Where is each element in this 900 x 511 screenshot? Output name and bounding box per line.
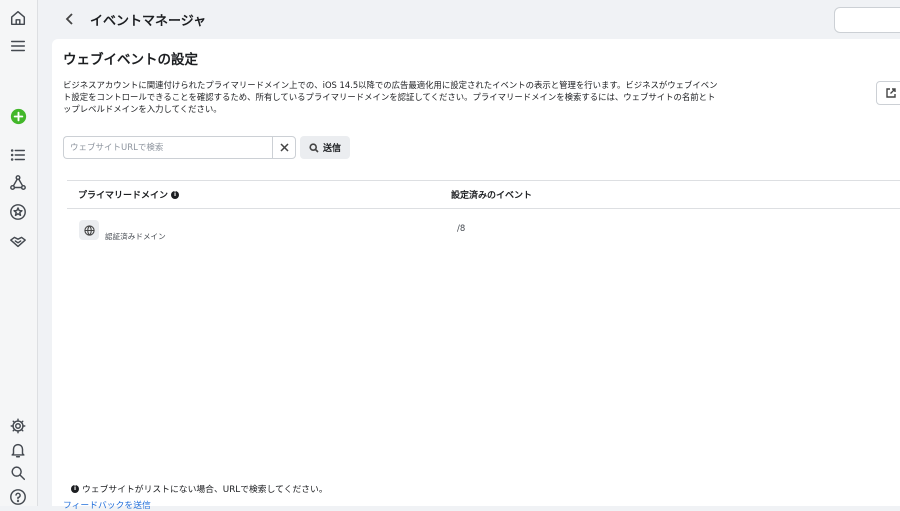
column-header-events: 設定済みのイベント	[451, 191, 533, 201]
feedback-link[interactable]: フィードバックを送信	[63, 498, 151, 511]
domain-search: 送信	[63, 136, 351, 159]
info-icon: i	[71, 484, 79, 493]
main-card: ウェブイベントの設定 ビジネスアカウントに関連付けられたプライマリードメイン上で…	[52, 39, 900, 511]
domain-status: 認証済みドメイン	[105, 232, 166, 241]
page-description: ビジネスアカウントに関連付けられたプライマリードメイン上での、iOS 14.5以…	[63, 80, 718, 114]
settings-icon[interactable]	[8, 416, 28, 436]
search-icon	[309, 142, 319, 153]
bell-icon[interactable]	[8, 440, 28, 460]
clear-search-button[interactable]	[272, 136, 296, 159]
open-external-button[interactable]	[876, 81, 900, 105]
table-header: プライマリードメイン i 設定済みのイベント	[67, 180, 900, 209]
back-button[interactable]	[60, 9, 80, 29]
chevron-left-icon	[65, 13, 73, 25]
info-icon[interactable]: i	[171, 190, 180, 199]
top-search-box[interactable]	[834, 7, 900, 33]
help-icon[interactable]	[8, 487, 28, 507]
globe-icon	[79, 220, 99, 240]
app-title: イベントマネージャ	[90, 14, 207, 29]
column-header-domain: プライマリードメイン i	[78, 188, 180, 201]
send-button[interactable]: 送信	[300, 136, 351, 159]
left-rail	[0, 0, 38, 506]
partner-icon[interactable]	[8, 231, 28, 251]
search-icon[interactable]	[8, 463, 28, 483]
top-bar: イベントマネージャ	[38, 0, 900, 38]
home-icon[interactable]	[8, 8, 28, 28]
page-title: ウェブイベントの設定	[63, 52, 198, 68]
domain-search-input[interactable]	[63, 136, 272, 159]
external-link-icon	[886, 88, 896, 98]
star-icon[interactable]	[8, 202, 28, 222]
add-icon[interactable]	[8, 106, 28, 126]
footnote-text: ウェブサイトがリストにない場合、URLで検索してください。	[82, 485, 328, 495]
configured-events-count: /8	[457, 224, 466, 234]
table-row[interactable]: 認証済みドメイン /8	[67, 215, 900, 245]
close-icon	[279, 143, 289, 152]
footnote: i ウェブサイトがリストにない場合、URLで検索してください。	[71, 482, 328, 495]
menu-icon[interactable]	[8, 36, 28, 56]
list-icon[interactable]	[8, 145, 28, 165]
send-button-label: 送信	[323, 144, 342, 154]
network-icon[interactable]	[8, 173, 28, 193]
